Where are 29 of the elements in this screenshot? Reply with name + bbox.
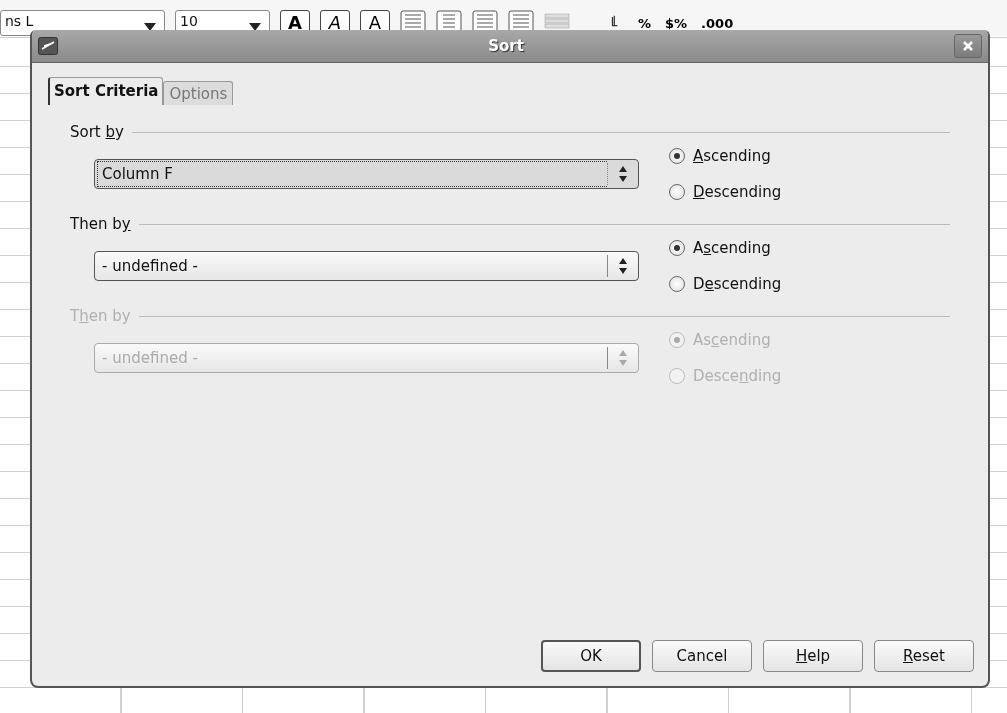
- radio-button[interactable]: [669, 148, 685, 164]
- radio-label: Ascending: [693, 239, 771, 257]
- dialog-button[interactable]: Cancel: [652, 640, 752, 672]
- radio-button[interactable]: [669, 184, 685, 200]
- close-button[interactable]: [954, 34, 982, 58]
- group-label: Then by: [70, 307, 131, 325]
- sort-key-dropdown[interactable]: Column F: [94, 159, 639, 189]
- dialog-button[interactable]: OK: [541, 640, 641, 672]
- group-label: Sort by: [70, 123, 124, 141]
- radio-button[interactable]: [669, 240, 685, 256]
- dropdown-arrow-icon: [144, 23, 156, 31]
- radio-label: Descending: [693, 367, 782, 385]
- app-icon: [38, 37, 58, 55]
- number-format-button[interactable]: $%: [663, 10, 690, 31]
- group-label: Then by: [70, 215, 131, 233]
- dialog-button[interactable]: Reset: [874, 640, 974, 672]
- dialog-button[interactable]: Help: [763, 640, 863, 672]
- radio-label: Ascending: [693, 147, 771, 165]
- number-format-button[interactable]: .000: [699, 10, 736, 31]
- radio-label: Ascending: [693, 331, 771, 349]
- close-icon: [962, 40, 974, 52]
- dropdown-arrow-icon: [249, 23, 261, 31]
- number-format-button[interactable]: %: [636, 10, 654, 31]
- window-title: Sort: [487, 37, 525, 55]
- tab[interactable]: Sort Criteria: [48, 77, 164, 105]
- radio-label: Descending: [693, 183, 782, 201]
- radio-label: Descending: [693, 275, 782, 293]
- sort-key-dropdown[interactable]: - undefined -: [94, 251, 639, 281]
- radio-button[interactable]: [669, 276, 685, 292]
